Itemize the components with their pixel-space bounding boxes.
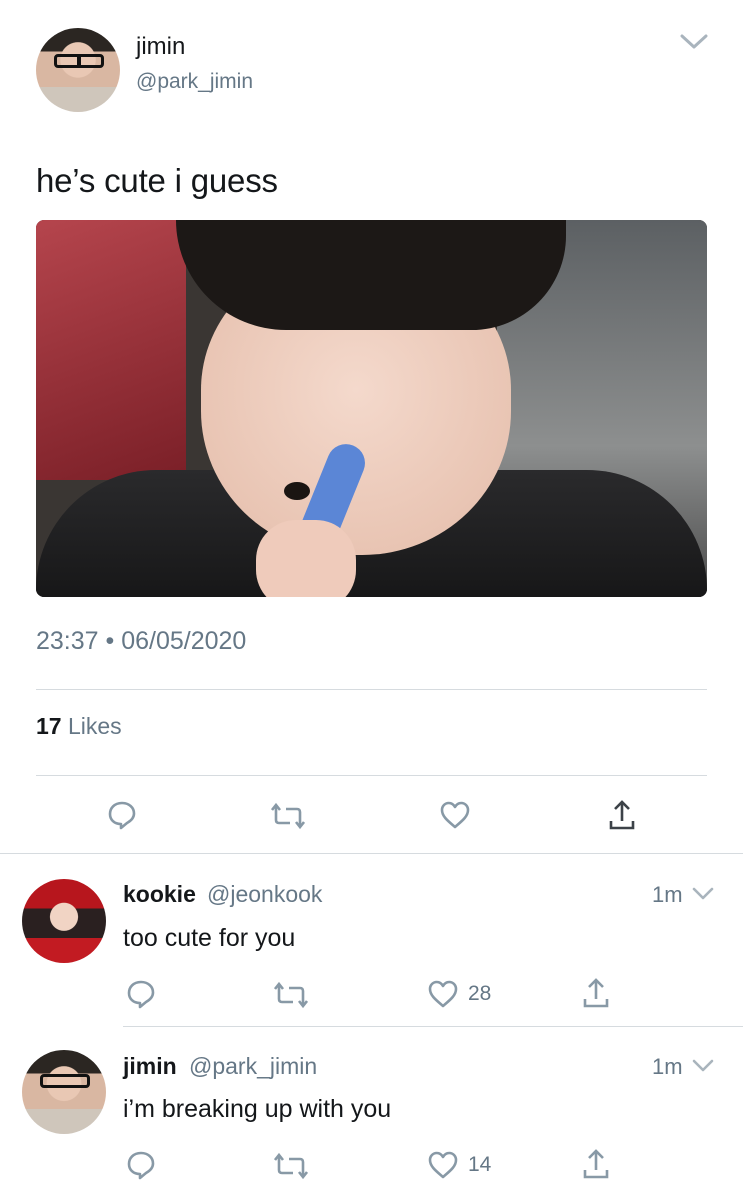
like-count: 28 bbox=[468, 982, 492, 1005]
divider bbox=[36, 689, 707, 690]
retweet-icon[interactable] bbox=[271, 802, 305, 830]
reply-author-name[interactable]: jimin bbox=[123, 1053, 177, 1080]
like-count: 14 bbox=[468, 1153, 492, 1176]
chevron-down-icon[interactable] bbox=[680, 34, 708, 50]
divider bbox=[36, 775, 707, 776]
divider bbox=[0, 853, 743, 854]
author-handle[interactable]: @park_jimin bbox=[136, 70, 253, 94]
reply-time: 1m bbox=[652, 882, 683, 907]
retweet-icon[interactable] bbox=[274, 1152, 308, 1180]
share-icon[interactable] bbox=[608, 799, 636, 831]
tweet-thread: jimin @park_jimin he’s cute i guess 23:3… bbox=[0, 0, 743, 1200]
share-icon[interactable] bbox=[582, 1148, 610, 1180]
tweet-text: he’s cute i guess bbox=[36, 162, 278, 199]
likes-label: Likes bbox=[67, 713, 122, 739]
heart-icon[interactable] bbox=[428, 980, 458, 1008]
likes-number: 17 bbox=[36, 713, 62, 739]
tweet-timestamp: 23:37 • 06/05/2020 bbox=[36, 627, 247, 655]
retweet-icon[interactable] bbox=[274, 981, 308, 1009]
likes-count[interactable]: 17 Likes bbox=[36, 713, 122, 740]
reply-author-name[interactable]: kookie bbox=[123, 881, 196, 908]
reply-text: i’m breaking up with you bbox=[123, 1095, 392, 1123]
chevron-down-icon[interactable] bbox=[692, 887, 714, 901]
avatar[interactable] bbox=[22, 879, 106, 963]
tweet-photo[interactable] bbox=[36, 220, 707, 597]
reply-author-handle[interactable]: @jeonkook bbox=[207, 881, 322, 908]
avatar[interactable] bbox=[36, 28, 120, 112]
divider bbox=[123, 1026, 743, 1027]
heart-icon[interactable] bbox=[440, 801, 470, 829]
reply-icon[interactable] bbox=[126, 1150, 156, 1180]
chevron-down-icon[interactable] bbox=[692, 1059, 714, 1073]
heart-icon[interactable] bbox=[428, 1151, 458, 1179]
reply-icon[interactable] bbox=[126, 979, 156, 1009]
reply-time: 1m bbox=[652, 1054, 683, 1079]
avatar[interactable] bbox=[22, 1050, 106, 1134]
author-name[interactable]: jimin bbox=[136, 33, 185, 61]
reply-icon[interactable] bbox=[107, 800, 137, 830]
reply-author-handle[interactable]: @park_jimin bbox=[189, 1053, 317, 1080]
avatar-glasses bbox=[40, 1074, 90, 1088]
share-icon[interactable] bbox=[582, 977, 610, 1009]
avatar-glasses bbox=[54, 54, 104, 68]
reply-text: too cute for you bbox=[123, 924, 296, 952]
